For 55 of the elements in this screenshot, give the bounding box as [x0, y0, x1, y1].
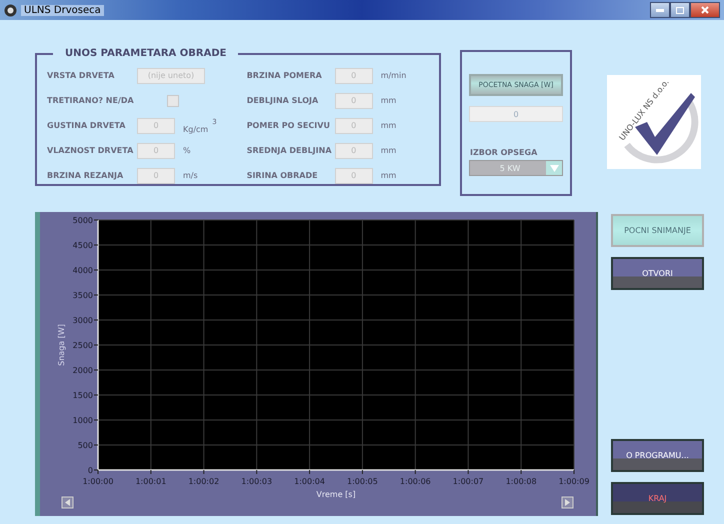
maximize-icon [676, 6, 684, 14]
axis-tick-label: 1:00:09 [558, 477, 590, 486]
axis-tick-label: 500 [78, 441, 93, 450]
axis-tick-label: 1:00:01 [135, 477, 166, 486]
unit-label: mm [380, 171, 396, 180]
dropdown-arrow-icon [550, 164, 558, 172]
unit-label: m/s [183, 171, 198, 180]
action-button[interactable]: KRAJ [611, 482, 704, 515]
field-label: DEBLJINA SLOJA [246, 96, 320, 105]
action-button[interactable]: O PROGRAMU... [611, 439, 704, 472]
window-title: ULNS Drvoseca [21, 4, 104, 16]
axis-tick-label: 3000 [72, 316, 93, 325]
axis-tick-label: 1000 [72, 416, 93, 425]
close-button[interactable] [690, 2, 720, 18]
minimize-icon [656, 8, 664, 12]
axis-tick-label: 4500 [72, 241, 93, 250]
axis-tick-label: 4000 [72, 266, 93, 275]
axis-tick-label: 2500 [72, 341, 93, 350]
app-icon [4, 4, 17, 16]
unit-label: mm [380, 121, 396, 130]
axis-tick-label: 1:00:04 [294, 477, 325, 486]
unit-label: % [183, 146, 191, 155]
field-label: POMER PO SECIVU [246, 121, 331, 130]
axis-tick-label: 1:00:02 [188, 477, 220, 486]
range-label: IZBOR OPSEGA [470, 148, 538, 157]
axis-tick-label: 1:00:05 [347, 477, 378, 486]
field-label: VLAZNOST DRVETA [47, 146, 134, 155]
axis-tick-label: 2000 [72, 366, 93, 375]
axis-tick-label: 5000 [72, 216, 93, 225]
group-title: UNOS PARAMETARA OBRADE [64, 48, 228, 59]
axis-tick-label: 1:00:07 [452, 477, 484, 486]
axis-tick-label: 1:00:00 [82, 477, 114, 486]
axis-tick-label: 3500 [72, 291, 93, 300]
field-label: TRETIRANO? NE/DA [47, 96, 135, 105]
axis-tick-label: 1:00:06 [400, 477, 431, 486]
minimize-button[interactable] [650, 2, 670, 18]
axis-title: Vreme [s] [316, 490, 356, 499]
axis-tick-label: 1500 [72, 391, 93, 400]
field-label: SIRINA OBRADE [246, 171, 319, 180]
power-display: 0 [469, 106, 563, 122]
unit-label: mm [380, 146, 396, 155]
axis-tick-label: 0 [88, 466, 93, 475]
unit-label: m/min [380, 71, 406, 80]
unit-label: mm [380, 96, 396, 105]
field-label: SREDNJA DEBLJINA [246, 146, 333, 155]
axis-tick-label: 1:00:03 [241, 477, 272, 486]
field-label: BRZINA POMERA [246, 71, 323, 80]
field-label: VRSTA DRVETA [47, 71, 116, 80]
field-label: BRZINA REZANJA [47, 171, 124, 180]
field-label: GUSTINA DRVETA [47, 121, 126, 130]
maximize-button[interactable] [670, 2, 690, 18]
axis-tick-label: 1:00:08 [506, 477, 537, 486]
axis-title: Snaga [W] [57, 324, 66, 366]
action-button[interactable]: OTVORI [611, 257, 704, 290]
close-icon [701, 6, 709, 14]
